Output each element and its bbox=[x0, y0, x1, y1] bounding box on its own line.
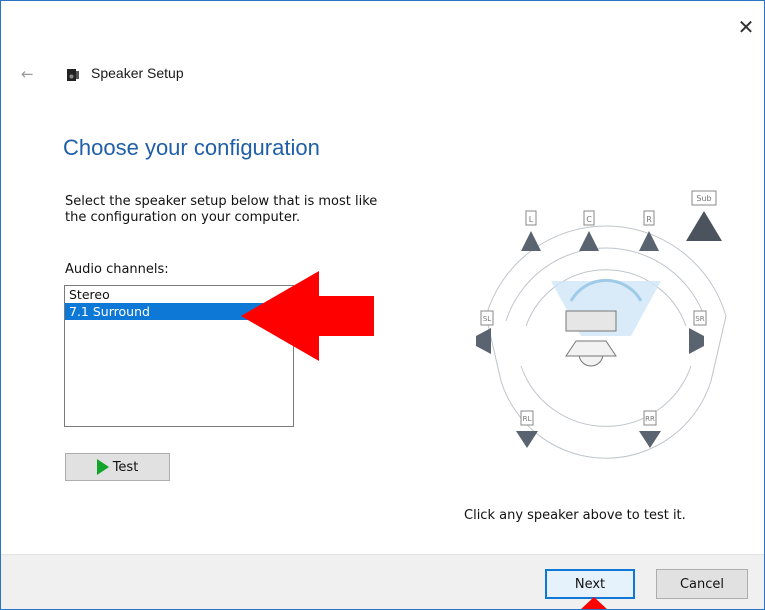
next-button[interactable]: Next bbox=[545, 569, 635, 599]
speaker-side-left[interactable]: SL bbox=[476, 310, 494, 354]
speaker-app-icon bbox=[67, 69, 79, 81]
page-heading: Choose your configuration bbox=[63, 135, 320, 160]
page-description: Select the speaker setup below that is m… bbox=[65, 194, 378, 225]
test-button-label: Test bbox=[112, 459, 139, 475]
speaker-center[interactable]: C bbox=[579, 210, 599, 251]
test-hint-text: Click any speaker above to test it. bbox=[464, 508, 686, 523]
monitor-shape bbox=[565, 310, 617, 332]
svg-text:SL: SL bbox=[483, 315, 491, 323]
annotation-arrow-left bbox=[241, 271, 374, 361]
svg-text:L: L bbox=[529, 215, 534, 224]
svg-text:RR: RR bbox=[645, 415, 655, 423]
svg-text:Sub: Sub bbox=[696, 194, 711, 203]
back-arrow-icon[interactable]: ← bbox=[21, 65, 34, 83]
play-icon bbox=[96, 459, 109, 475]
speaker-subwoofer[interactable]: Sub bbox=[686, 190, 722, 241]
dialog-footer bbox=[1, 554, 764, 609]
speaker-setup-window: ✕ ← Speaker Setup Choose your configurat… bbox=[0, 0, 765, 610]
cancel-button[interactable]: Cancel bbox=[656, 569, 748, 599]
svg-text:SR: SR bbox=[695, 315, 704, 323]
svg-text:RL: RL bbox=[523, 415, 532, 423]
speaker-diagram: L C R Sub SL SR RL RR bbox=[476, 190, 727, 459]
window-title: Speaker Setup bbox=[91, 65, 184, 81]
svg-text:C: C bbox=[586, 215, 592, 224]
svg-text:R: R bbox=[646, 215, 652, 224]
test-button[interactable]: Test bbox=[65, 453, 170, 481]
speaker-side-right[interactable]: SR bbox=[689, 310, 707, 354]
annotation-arrow-up bbox=[581, 597, 607, 609]
speaker-front-left[interactable]: L bbox=[521, 210, 541, 251]
listener-body bbox=[565, 340, 617, 357]
close-icon[interactable]: ✕ bbox=[736, 17, 756, 37]
audio-channels-label: Audio channels: bbox=[65, 262, 169, 277]
speaker-rear-right[interactable]: RR bbox=[639, 410, 661, 448]
